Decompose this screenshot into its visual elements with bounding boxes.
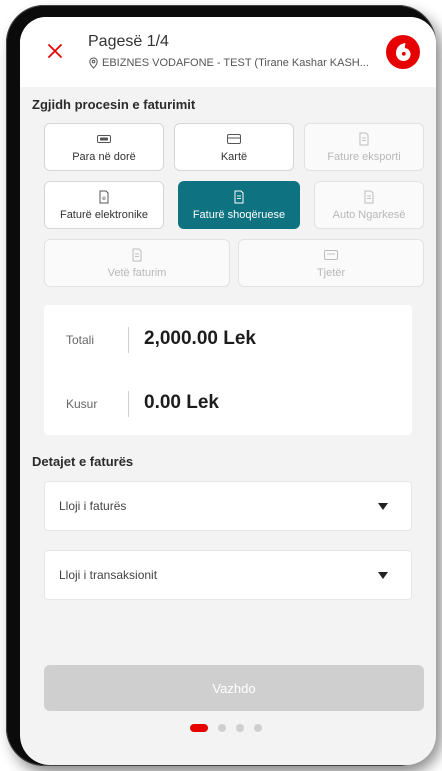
wallet-icon xyxy=(324,249,338,260)
phone-frame: Pagesë 1/4 EBIZNES VODAFONE - TEST (Tira… xyxy=(6,5,436,766)
details-section-title: Detajet e faturës xyxy=(32,454,134,469)
caret-down-icon xyxy=(378,503,388,510)
option-auto-load: Auto Ngarkesë xyxy=(314,181,424,229)
e-invoice-icon: e xyxy=(99,190,109,203)
option-cash[interactable]: Para në dorë xyxy=(44,123,164,171)
option-accompanying-invoice[interactable]: Faturë shoqëruese xyxy=(178,181,300,229)
option-label: Auto Ngarkesë xyxy=(332,208,406,221)
pager-dot xyxy=(236,724,244,732)
divider xyxy=(128,327,129,353)
store-location-text: EBIZNES VODAFONE - TEST (Tirane Kashar K… xyxy=(102,57,369,69)
option-label: Faturë shoqëruese xyxy=(192,208,286,221)
page-title: Pagesë 1/4 xyxy=(88,33,169,50)
credit-card-icon xyxy=(227,133,241,144)
caret-down-icon xyxy=(378,572,388,579)
option-label: Faturë elektronike xyxy=(59,208,149,221)
continue-button[interactable]: Vazhdo xyxy=(44,665,424,711)
option-card[interactable]: Kartë xyxy=(174,123,294,171)
cash-icon xyxy=(97,134,111,143)
total-value: 2,000.00 Lek xyxy=(144,328,256,349)
totals-card: Totali 2,000.00 Lek Kusur 0.00 Lek xyxy=(44,305,412,435)
close-icon[interactable] xyxy=(46,42,64,60)
option-label: Kartë xyxy=(220,150,248,163)
pager-dot xyxy=(218,724,226,732)
change-value: 0.00 Lek xyxy=(144,392,219,413)
total-label: Totali xyxy=(66,333,95,347)
option-label: Vetë faturim xyxy=(107,266,167,279)
divider xyxy=(128,391,129,417)
pager-dot xyxy=(254,724,262,732)
document-icon xyxy=(364,190,374,203)
header: Pagesë 1/4 EBIZNES VODAFONE - TEST (Tira… xyxy=(20,17,436,87)
accompanying-invoice-icon xyxy=(234,190,244,203)
option-other: Tjetër xyxy=(238,239,424,287)
option-label: Fature eksporti xyxy=(327,150,401,163)
document-icon xyxy=(359,132,369,145)
option-self-invoicing: Vetë faturim xyxy=(44,239,230,287)
invoice-type-placeholder: Lloji i faturës xyxy=(59,499,127,513)
pager-dots xyxy=(190,723,262,733)
invoice-type-select[interactable]: Lloji i faturës xyxy=(44,481,412,531)
transaction-type-placeholder: Lloji i transaksionit xyxy=(59,568,158,582)
pager-dot-active xyxy=(190,724,208,732)
option-label: Para në dorë xyxy=(72,150,136,163)
option-export-invoice: Fature eksporti xyxy=(304,123,424,171)
store-location: EBIZNES VODAFONE - TEST (Tirane Kashar K… xyxy=(88,57,369,69)
change-label: Kusur xyxy=(66,397,98,411)
option-label: Tjetër xyxy=(316,266,346,279)
document-icon xyxy=(132,248,142,261)
location-pin-icon xyxy=(89,57,98,69)
app-screen: Pagesë 1/4 EBIZNES VODAFONE - TEST (Tira… xyxy=(20,17,436,765)
transaction-type-select[interactable]: Lloji i transaksionit xyxy=(44,550,412,600)
vodafone-logo-icon xyxy=(386,35,420,69)
svg-text:e: e xyxy=(102,195,106,202)
option-electronic-invoice[interactable]: e Faturë elektronike xyxy=(44,181,164,229)
process-section-title: Zgjidh procesin e faturimit xyxy=(32,97,196,112)
